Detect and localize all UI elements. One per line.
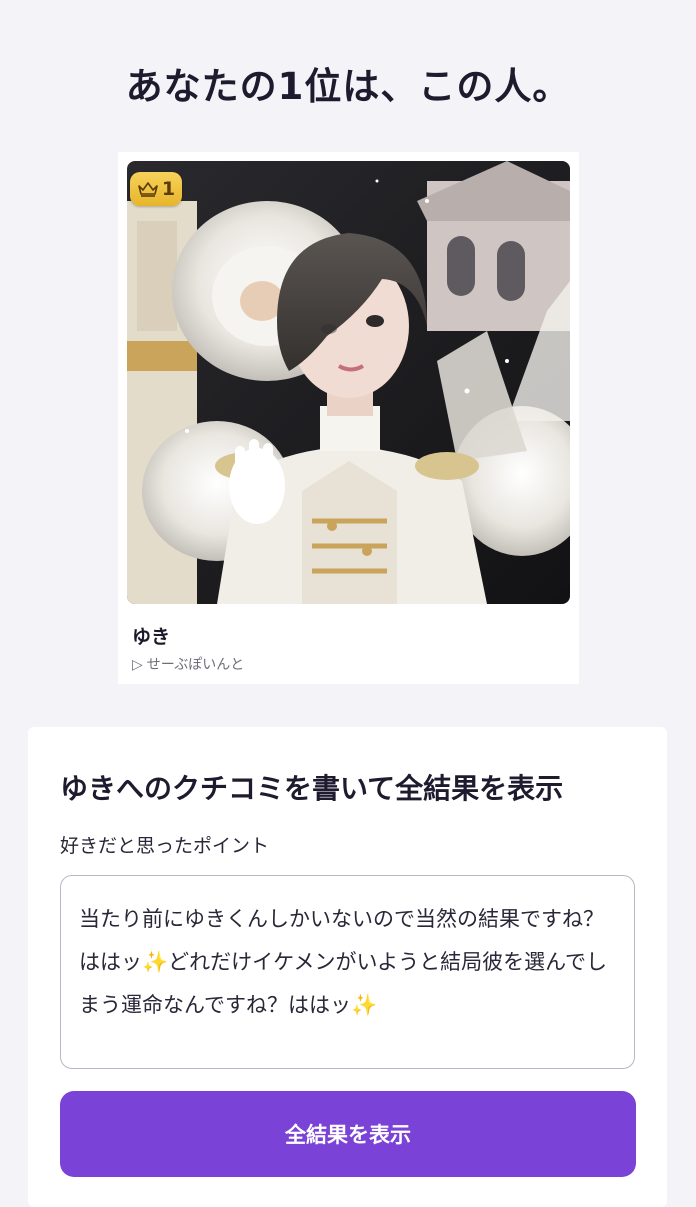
review-title: ゆきへのクチコミを書いて全結果を表示: [60, 772, 564, 805]
play-triangle-icon: ▷: [132, 657, 143, 673]
review-textarea[interactable]: 当たり前にゆきくんしかいないので当然の結果ですね？ははッ✨どれだけイケメンがいよ…: [60, 875, 635, 1069]
show-all-results-button[interactable]: 全結果を表示: [60, 1091, 636, 1177]
review-panel: ゆきへのクチコミを書いて全結果を表示 好きだと思ったポイント 当たり前にゆきくん…: [28, 727, 667, 1207]
winner-name: ゆき: [132, 626, 171, 648]
rank-number: 1: [161, 177, 176, 200]
rank-badge: 1: [130, 172, 182, 206]
result-card[interactable]: 1 ゆき ▷ せーぶぽいんと: [118, 152, 579, 684]
page-title: あなたの1位は、この人。: [125, 65, 571, 108]
winner-photo: [127, 161, 570, 604]
group-link[interactable]: ▷ せーぶぽいんと: [132, 654, 244, 674]
field-label: 好きだと思ったポイント: [60, 835, 270, 857]
crown-icon: [138, 182, 158, 197]
group-name[interactable]: せーぶぽいんと: [147, 657, 244, 673]
